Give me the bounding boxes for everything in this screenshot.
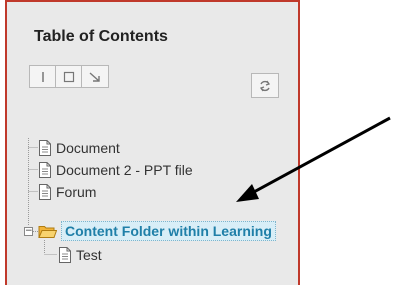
annotation-arrow (236, 116, 391, 202)
